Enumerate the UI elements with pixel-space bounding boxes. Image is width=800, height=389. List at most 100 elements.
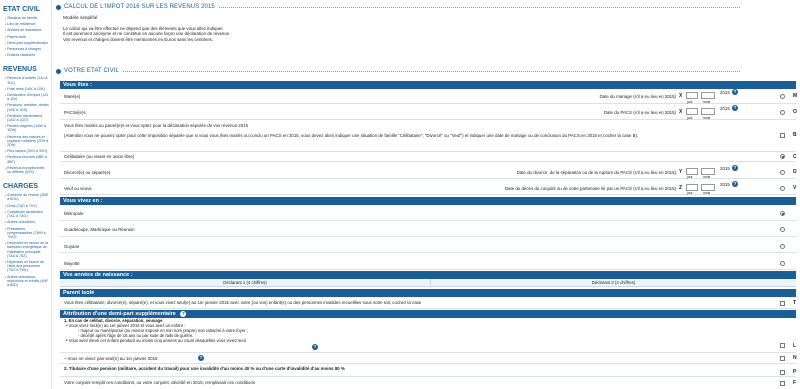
- sidebar-charges-item[interactable]: ▪ A déduire du revenu (6DE à 6GU): [5, 193, 49, 201]
- sidebar-etat-civil-item[interactable]: ▪ Lieu de résidence: [5, 22, 49, 26]
- sidebar-revenus-item[interactable]: ▪ Demandeur d'emploi (1AI à 1DI): [5, 93, 49, 101]
- sidebar-revenus-item-label: Pensions alimentaires (1AO à 1DO): [7, 113, 43, 123]
- help-icon[interactable]: ?: [198, 355, 204, 361]
- celibataire-radio[interactable]: [780, 154, 785, 159]
- pacse-radio[interactable]: [780, 110, 785, 115]
- pacse-month-input[interactable]: [701, 108, 715, 115]
- parent-isole-text: Vous êtes célibataire, divorcé(e), sépar…: [64, 300, 422, 305]
- bullet-icon: ▪: [5, 274, 7, 279]
- guyane-radio[interactable]: [780, 244, 785, 249]
- sidebar-revenus-item-label: Revenus fonciers (4BE à 4BF): [7, 155, 47, 164]
- jour-label: jour: [687, 99, 693, 104]
- help-icon[interactable]: ?: [312, 344, 318, 350]
- divorce-radio[interactable]: [780, 170, 785, 175]
- demi-part-p-checkbox[interactable]: [780, 370, 785, 375]
- divorce-day-input[interactable]: [686, 168, 698, 175]
- sidebar-etat-civil-item[interactable]: ▪ Situation de famille: [5, 16, 49, 20]
- pacse-day-input[interactable]: [686, 108, 698, 115]
- band-vous-etes: Vous êtes :: [60, 81, 796, 89]
- marie-x-code: X: [679, 93, 683, 99]
- bullet-icon: ▪: [5, 165, 7, 170]
- dom-radio[interactable]: [780, 227, 785, 232]
- sidebar-revenus-item[interactable]: ▪ Pensions, retraites, rentes (1AS à 1DS): [5, 103, 49, 111]
- attention-text: (Attention vous ne pouvez opter pour cet…: [64, 133, 639, 138]
- sidebar-revenus-item[interactable]: ▪ Revenus exceptionnels ou différés (0XX): [5, 166, 49, 174]
- sidebar-charges-item[interactable]: ▪ Dépenses en faveur de la transition éne…: [5, 241, 49, 258]
- veuf-radio[interactable]: [780, 186, 785, 191]
- parent-isole-checkbox[interactable]: [780, 301, 785, 306]
- dom-label: Guadeloupe, Martinique ou Réunion: [64, 227, 135, 232]
- help-icon[interactable]: ?: [180, 311, 187, 317]
- sidebar-etat-civil-item[interactable]: ▪ Demi-part supplémentaire: [5, 41, 49, 45]
- veuf-month-input[interactable]: [701, 184, 715, 191]
- band-vous-vivez: Vous vivez en :: [60, 197, 796, 205]
- metropole-radio[interactable]: [780, 211, 785, 216]
- veuf-day-input[interactable]: [686, 184, 698, 191]
- sidebar-revenus-item[interactable]: ▪ Revenus des valeurs et capitaux mobilie…: [5, 135, 49, 148]
- demi-part-p-letter: P: [793, 369, 797, 375]
- sidebar-revenus-item[interactable]: ▪ Plus-values (3VG à 3VH): [5, 149, 49, 153]
- help-icon[interactable]: ?: [732, 181, 738, 187]
- sidebar-charges-item[interactable]: ▪ Dons (7UD à 7VV): [5, 204, 49, 208]
- sidebar-charges-item[interactable]: ▪ Autres réductions, réductions et crédit…: [5, 275, 49, 288]
- sidebar-revenus-item[interactable]: ▪ Rentes viagères (1AW à 1DW): [5, 124, 49, 132]
- sidebar-charges-item[interactable]: ▪ Autres réductions: [5, 220, 49, 224]
- veuf-label: Veuf ou veuve: [64, 186, 92, 191]
- sidebar-etat-civil-item[interactable]: ▪ Enfants rattachés: [5, 53, 49, 57]
- seul-text: – Vous ne viviez pas seul(e) au 1er janv…: [64, 356, 158, 361]
- sidebar-revenus-item-label: Plus-values (3VG à 3VH): [7, 149, 48, 154]
- bullet-icon: ▪: [5, 93, 7, 98]
- help-icon[interactable]: ?: [732, 165, 738, 171]
- marie-radio[interactable]: [780, 94, 785, 99]
- row-celibataire: Célibataire (ou vivant en union libre) C: [60, 153, 797, 162]
- demi-part-l-checkbox[interactable]: [780, 343, 785, 348]
- separee-checkbox[interactable]: [780, 133, 785, 138]
- bullet-icon: ▪: [5, 47, 7, 52]
- pacse-letter: O: [793, 109, 797, 115]
- jour-label: jour: [687, 175, 693, 179]
- jour-label: jour: [687, 115, 693, 120]
- sidebar-revenus-item-label: Revenus exceptionnels ou différés (0XX): [7, 165, 45, 175]
- sidebar-charges-item-label: Dons (7UD à 7VV): [7, 203, 37, 208]
- help-icon[interactable]: ?: [732, 89, 738, 95]
- bullet-icon: ▪: [5, 113, 7, 118]
- pacse-x-code: X: [679, 109, 683, 115]
- conjoint-checkbox[interactable]: [780, 381, 785, 386]
- sidebar-revenus-item[interactable]: ▪ Pensions alimentaires (1AO à 1DO): [5, 114, 49, 122]
- sidebar-etat-civil-item[interactable]: ▪ Années de naissance: [5, 28, 49, 32]
- sidebar-etat-civil-item-label: Lieu de résidence: [7, 22, 36, 27]
- bullet-icon: ▪: [5, 220, 7, 225]
- row-guyane: Guyane: [60, 238, 796, 253]
- marie-day-input[interactable]: [686, 92, 698, 99]
- demi-part-2-title: 2. Titulaire d'une pension (militaire, a…: [64, 366, 345, 371]
- divorce-x-code: Y: [679, 169, 683, 175]
- sidebar-charges-item[interactable]: ▪ Prestations compensatoires (7WN à 7WO): [5, 227, 49, 240]
- sidebar-revenus-item-label: Frais réels (1AK à 1DK): [7, 86, 46, 91]
- bullet-icon: ▪: [5, 28, 7, 33]
- sidebar-revenus-item-label: Revenus d'activité (1AJ à 1DJ): [7, 76, 48, 85]
- bullet-icon: ▪: [5, 76, 7, 81]
- bullet-icon: ▪: [5, 149, 7, 154]
- sidebar-revenus-item[interactable]: ▪ Frais réels (1AK à 1DK): [5, 87, 49, 91]
- sidebar-charges-item-label: Cotisations syndicales (7AC à 7AG): [7, 209, 43, 219]
- marie-month-input[interactable]: [701, 92, 715, 99]
- row-marie: Marié(e) Date du mariage (s'il a eu lieu…: [60, 89, 797, 104]
- demi-part-n-letter: N: [793, 355, 797, 361]
- sidebar-charges-item[interactable]: ▪ Dépenses en faveur de l'aide aux person…: [5, 260, 49, 273]
- sidebar-charges-item-label: Dépenses en faveur de l'aide aux personn…: [7, 259, 45, 273]
- veuf-date-label: Date du décès du conjoint ou de votre pa…: [504, 186, 676, 191]
- marie-date-label: Date du mariage (s'il a eu lieu en 2015): [599, 94, 677, 99]
- help-icon[interactable]: ?: [732, 105, 738, 111]
- divorce-month-input[interactable]: [701, 168, 715, 175]
- sidebar-etat-civil-item[interactable]: ▪ Parent isolé: [5, 35, 49, 39]
- demi-part-n-checkbox[interactable]: [780, 356, 785, 361]
- row-veuf: Veuf ou veuve Date du décès du conjoint …: [60, 181, 796, 195]
- bullet-icon: ▪: [5, 203, 7, 208]
- sidebar-revenus-item[interactable]: ▪ Revenus fonciers (4BE à 4BF): [5, 155, 49, 163]
- sidebar-charges-item[interactable]: ▪ Cotisations syndicales (7AC à 7AG): [5, 210, 49, 218]
- sidebar-revenus-item[interactable]: ▪ Revenus d'activité (1AJ à 1DJ): [5, 76, 49, 84]
- sidebar-etat-civil-item[interactable]: ▪ Personnes à charges: [5, 47, 49, 51]
- mayotte-radio[interactable]: [780, 261, 785, 266]
- sidebar-charges-item-label: A déduire du revenu (6DE à 6GU): [7, 193, 49, 202]
- celibataire-letter: C: [793, 154, 797, 160]
